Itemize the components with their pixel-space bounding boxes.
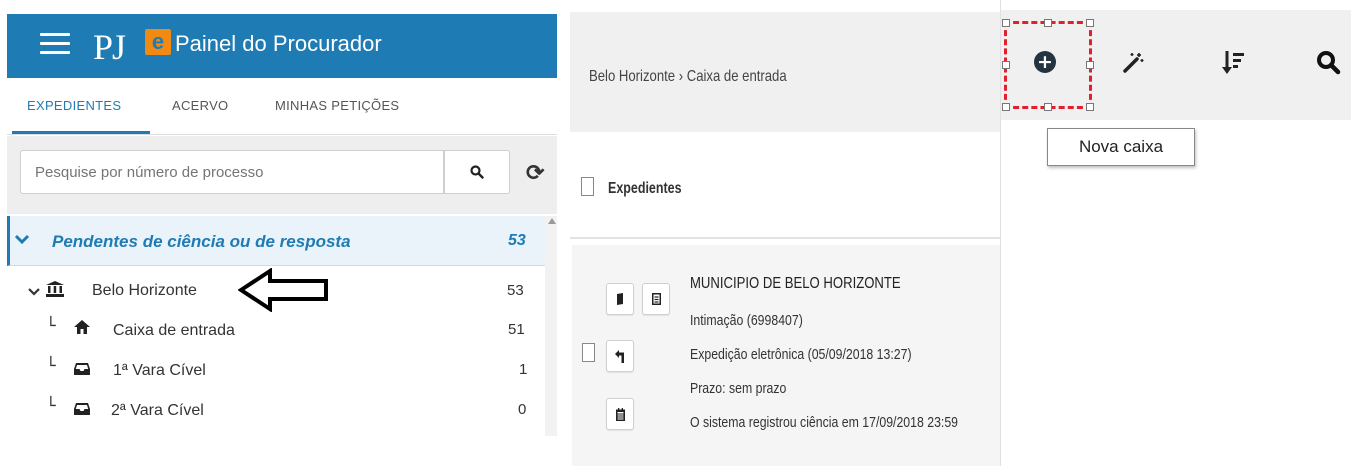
reply-icon <box>615 349 624 363</box>
chevron-down-icon[interactable] <box>28 284 40 302</box>
resize-handle <box>1002 19 1010 27</box>
section-title: Expedientes <box>608 180 682 197</box>
search-icon <box>470 165 484 179</box>
card-ciencia: O sistema registrou ciência em 17/09/201… <box>690 414 959 431</box>
breadcrumb: Belo Horizonte › Caixa de entrada <box>589 68 787 85</box>
hamburger-menu-icon[interactable] <box>40 33 70 55</box>
search-button[interactable] <box>444 150 510 194</box>
divider <box>570 237 1000 239</box>
app-title: Painel do Procurador <box>175 31 382 56</box>
chevron-down-icon[interactable] <box>14 232 30 250</box>
bank-icon <box>46 281 64 302</box>
file-text-button[interactable] <box>642 283 670 315</box>
tree-branch-line: └ <box>46 356 56 375</box>
resize-handle <box>1086 61 1094 69</box>
resize-handle <box>1086 103 1094 111</box>
resize-handle <box>1086 19 1094 27</box>
calendar-button[interactable] <box>606 398 634 430</box>
scroll-up-arrow-icon[interactable] <box>548 218 556 224</box>
left-arrow-icon <box>237 267 330 317</box>
card-prazo: Prazo: sem prazo <box>690 380 787 397</box>
resize-handle <box>1044 19 1052 27</box>
tree-item-2a-vara-civel[interactable]: 2ª Vara Cível <box>111 402 204 420</box>
resize-handle <box>1002 103 1010 111</box>
tree-count: 1 <box>519 361 528 378</box>
scrollbar[interactable] <box>545 216 557 436</box>
tab-minhas-peticoes[interactable]: MINHAS PETIÇÕES <box>275 98 399 113</box>
sort-icon[interactable] <box>1222 50 1244 79</box>
search-icon[interactable] <box>1316 50 1342 81</box>
card-expedicao: Expedição eletrônica (05/09/2018 13:27) <box>690 346 912 363</box>
tree-item-belo-horizonte[interactable]: Belo Horizonte <box>92 282 197 300</box>
resize-handle <box>1044 103 1052 111</box>
file-text-icon <box>651 293 661 305</box>
card-intimacao: Intimação (6998407) <box>690 312 803 329</box>
select-all-checkbox[interactable] <box>581 177 594 196</box>
pje-logo-badge: e <box>145 29 171 55</box>
inbox-icon <box>74 362 90 380</box>
reply-button[interactable] <box>606 340 634 372</box>
active-tab-indicator <box>12 131 150 134</box>
tree-branch-line: └ <box>46 396 56 415</box>
panel-divider <box>1000 0 1001 466</box>
tooltip: Nova caixa <box>1047 128 1195 166</box>
calendar-icon <box>615 407 625 421</box>
expediente-checkbox[interactable] <box>582 343 595 362</box>
tree-count: 53 <box>507 282 524 299</box>
home-icon <box>74 320 90 339</box>
pending-group-count: 53 <box>508 232 526 249</box>
document-icon <box>617 293 623 305</box>
refresh-icon[interactable]: ⟳ <box>526 160 544 186</box>
pje-logo: PJ <box>93 27 126 67</box>
tab-expedientes[interactable]: EXPEDIENTES <box>27 98 121 113</box>
tree-item-caixa-de-entrada[interactable]: Caixa de entrada <box>113 322 235 340</box>
resize-handle <box>1002 61 1010 69</box>
tree-count: 0 <box>518 401 527 418</box>
tab-acervo[interactable]: ACERVO <box>172 98 228 113</box>
inbox-icon <box>74 402 90 420</box>
card-party-name: MUNICIPIO DE BELO HORIZONTE <box>690 275 901 292</box>
pending-group-label: Pendentes de ciência ou de resposta <box>52 232 351 251</box>
tree-branch-line: └ <box>46 316 56 335</box>
tree-count: 51 <box>508 321 525 338</box>
process-search-input[interactable] <box>20 150 444 194</box>
plus-circle-icon[interactable]: + <box>1034 51 1056 73</box>
tree-item-1a-vara-civel[interactable]: 1ª Vara Cível <box>113 362 206 380</box>
document-button[interactable] <box>606 283 634 315</box>
magic-wand-icon[interactable] <box>1122 52 1144 79</box>
